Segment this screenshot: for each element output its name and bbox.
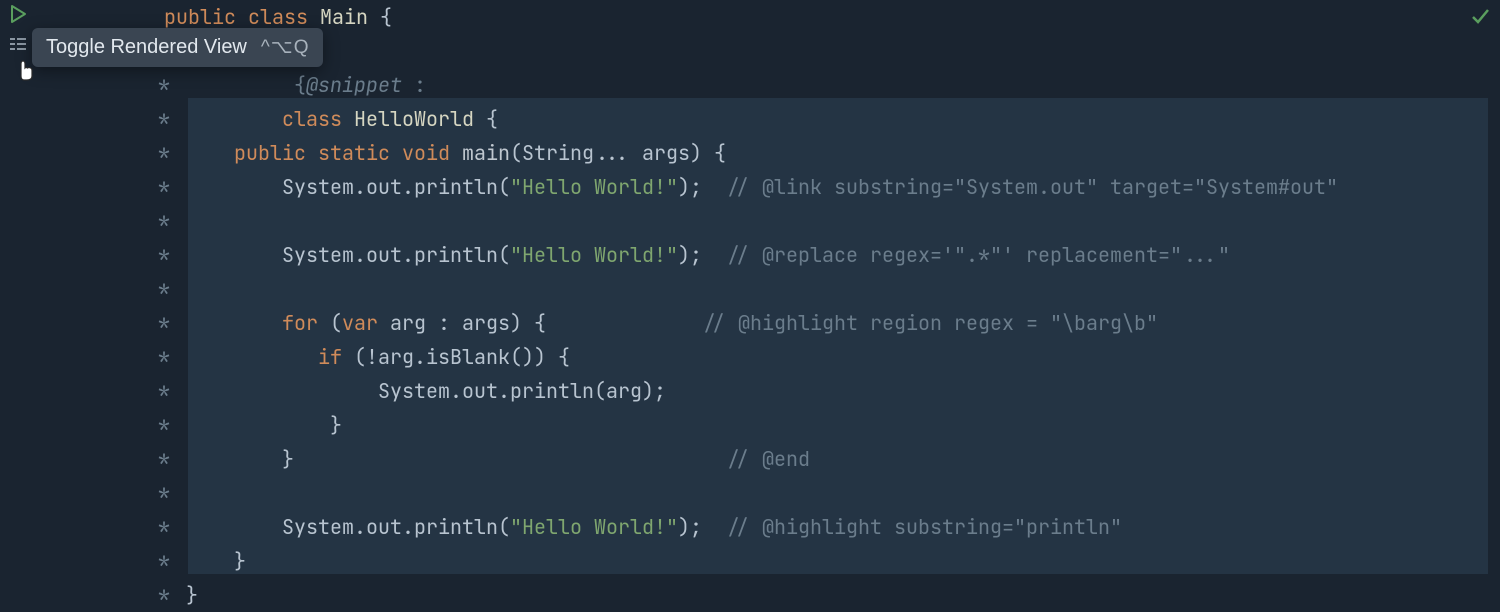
punct: (String... args) {	[510, 140, 726, 166]
doc-star: *	[68, 514, 186, 540]
doc-star: *	[68, 412, 186, 438]
doc-star: *	[68, 446, 186, 472]
doc-star: *	[68, 140, 186, 166]
code-area[interactable]: public class Main { * {@snippet : * clas…	[68, 0, 1500, 600]
text: );	[678, 514, 726, 540]
javadoc-snippet-block	[188, 98, 1488, 574]
punct: {	[474, 106, 498, 132]
tooltip-text: Toggle Rendered View	[46, 36, 247, 59]
keyword: for	[282, 310, 318, 336]
text: (!arg.isBlank()) {	[342, 344, 570, 370]
doc-star: *	[68, 548, 186, 574]
keyword: if	[318, 344, 342, 370]
doc-star: *	[68, 378, 186, 404]
doc-star: *	[68, 480, 186, 506]
keyword: public	[164, 4, 236, 30]
class-name: Main	[320, 4, 368, 30]
pad	[294, 446, 726, 472]
keyword: class	[248, 4, 308, 30]
gutter	[0, 0, 68, 600]
keyword: class	[282, 106, 342, 132]
code-line[interactable]: * System.out.println("Hello World!"); //…	[68, 170, 1500, 204]
comment: // @replace regex='".*"' replacement="..…	[726, 242, 1230, 268]
text: );	[678, 174, 726, 200]
text: );	[678, 242, 726, 268]
tooltip-toggle-rendered-view: Toggle Rendered View ^⌥Q	[32, 28, 323, 67]
text: System.out.println(	[282, 174, 510, 200]
text: System.out.println(arg);	[378, 378, 666, 404]
doc-star: *	[68, 344, 186, 370]
run-icon[interactable]	[8, 4, 28, 24]
keyword: static	[306, 140, 390, 166]
string-literal: "Hello World!"	[510, 242, 678, 268]
doc-star: *	[68, 582, 186, 608]
code-line[interactable]: * }	[68, 578, 1500, 612]
doc-star: *	[68, 310, 186, 336]
doc-star: *	[68, 106, 186, 132]
comment: // @end	[726, 446, 810, 472]
string-literal: "Hello World!"	[510, 174, 678, 200]
string-literal: "Hello World!"	[510, 514, 678, 540]
status-ok-check-icon[interactable]	[1470, 6, 1490, 32]
pad	[546, 310, 702, 336]
class-name: HelloWorld	[342, 106, 474, 132]
keyword: var	[342, 310, 378, 336]
brace: }	[186, 582, 198, 608]
tooltip-shortcut: ^⌥Q	[261, 36, 310, 59]
brace: }	[282, 446, 294, 472]
toggle-rendered-view-icon[interactable]	[8, 34, 28, 54]
comment: // @highlight substring="println"	[726, 514, 1122, 540]
brace: }	[234, 548, 246, 574]
punct: (	[318, 310, 342, 336]
code-editor[interactable]: public class Main { * {@snippet : * clas…	[0, 0, 1500, 600]
comment: // @highlight region regex = "\barg\b"	[702, 310, 1158, 336]
brace: }	[330, 412, 342, 438]
doc-star: *	[68, 72, 186, 98]
comment: // @link substring="System.out" target="…	[726, 174, 1338, 200]
text: arg : args) {	[378, 310, 546, 336]
method-name: main	[450, 140, 510, 166]
keyword: void	[390, 140, 450, 166]
doc-star: *	[68, 174, 186, 200]
doc-star: *	[68, 208, 186, 234]
punct: {	[368, 4, 392, 30]
text: System.out.println(	[282, 514, 510, 540]
text: System.out.println(	[282, 242, 510, 268]
pointer-cursor-icon	[14, 58, 36, 88]
doc-star: *	[68, 276, 186, 302]
doc-star: *	[68, 242, 186, 268]
keyword: public	[234, 140, 306, 166]
